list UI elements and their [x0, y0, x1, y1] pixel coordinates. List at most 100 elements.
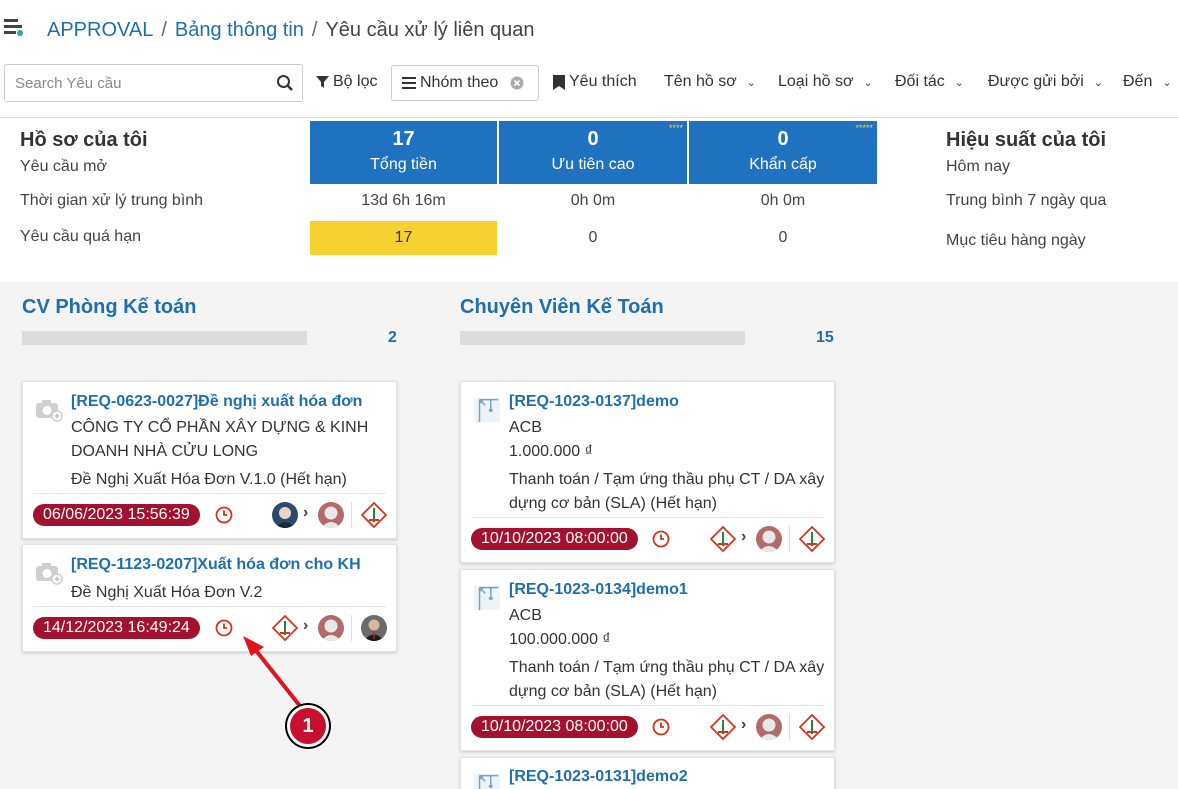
separator [789, 526, 790, 552]
card-title[interactable]: [REQ-1023-0137]demo [509, 393, 679, 411]
card-type: dựng cơ bản (SLA) (Hết hạn) [509, 683, 717, 700]
kanban-card[interactable]: [REQ-1023-0131]demo2 [460, 757, 835, 789]
overdue-total[interactable]: 17 [310, 221, 497, 255]
dropdown-to[interactable]: Đến ⌄ [1123, 73, 1172, 91]
overdue-high: 0 [588, 229, 598, 246]
card-title[interactable]: [REQ-0623-0027]Đề nghị xuất hóa đơn [71, 393, 362, 411]
card-title[interactable]: [REQ-1023-0131]demo2 [509, 768, 688, 786]
card-type: Thanh toán / Tạm ứng thầu phụ CT / DA xâ… [509, 471, 825, 488]
dropdown-label: Đối tác [895, 73, 945, 90]
crane-icon [473, 397, 501, 423]
dropdown-profile-type[interactable]: Loại hồ sơ ⌄ [778, 73, 873, 91]
crane-icon [473, 773, 501, 789]
card-partner: ACB [509, 419, 542, 436]
priority-stars: ***** [855, 123, 873, 133]
urgent-tile[interactable]: ***** 0 Khẩn cấp [689, 121, 877, 184]
high-priority-label: Ưu tiên cao [551, 156, 635, 173]
high-priority-tile[interactable]: **** 0 Ưu tiên cao [499, 121, 687, 184]
kanban-card[interactable]: [REQ-1023-0137]demo ACB 1.000.000 ₫ Than… [460, 381, 835, 563]
favorite-button[interactable]: Yêu thích [553, 73, 637, 91]
overdue-label: Yêu cầu quá hạn [20, 228, 141, 245]
list-icon [402, 77, 416, 89]
company-logo-icon [710, 714, 736, 740]
kanban-card[interactable]: [REQ-1123-0207]Xuất hóa đơn cho KH Đề Ng… [22, 544, 397, 652]
card-title[interactable]: [REQ-1023-0134]demo1 [509, 581, 688, 599]
dropdown-profile-name[interactable]: Tên hồ sơ ⌄ [664, 73, 756, 91]
column-count: 2 [388, 329, 397, 346]
avatar[interactable] [361, 615, 387, 641]
filter-icon [316, 75, 329, 88]
urgent-label: Khẩn cấp [749, 156, 817, 173]
avatar[interactable] [318, 502, 344, 528]
urgent-count: 0 [777, 128, 789, 150]
clock-icon[interactable] [215, 619, 233, 637]
chevron-down-icon: ⌄ [954, 76, 965, 89]
clock-icon[interactable] [215, 506, 233, 524]
breadcrumb: APPROVAL / Bảng thông tin / Yêu cầu xử l… [47, 19, 535, 42]
breadcrumb-separator: / [311, 19, 318, 41]
company-logo-icon [799, 714, 825, 740]
card-divider [471, 517, 824, 518]
avg-time-label: Thời gian xử lý trung bình [20, 192, 204, 209]
separator [351, 615, 352, 641]
separator [789, 714, 790, 740]
filter-button[interactable]: Bộ lọc [316, 73, 377, 91]
card-partner: DOANH NHÀ CỬU LONG [71, 443, 259, 460]
camera-icon [36, 400, 63, 422]
chevron-down-icon: ⌄ [863, 76, 873, 89]
column-progress-bar [22, 331, 307, 345]
clock-icon[interactable] [652, 718, 670, 736]
column-progress-bar [460, 331, 745, 345]
card-amount: 100.000.000 ₫ [509, 631, 611, 648]
clock-icon[interactable] [652, 530, 670, 548]
total-tile[interactable]: 17 Tổng tiền [310, 121, 497, 184]
deadline-badge: 10/10/2023 08:00:00 [471, 528, 638, 550]
card-type: Thanh toán / Tạm ứng thầu phụ CT / DA xâ… [509, 659, 825, 676]
search-box [4, 64, 303, 102]
favorite-label: Yêu thích [569, 73, 637, 90]
breadcrumb-separator: / [161, 19, 167, 41]
group-by-button[interactable]: Nhóm theo [391, 65, 539, 101]
camera-icon [36, 563, 63, 585]
chevron-down-icon: ⌄ [746, 76, 756, 89]
breadcrumb-dashboard[interactable]: Bảng thông tin [175, 19, 304, 42]
separator [351, 502, 352, 528]
overdue-urgent: 0 [778, 229, 788, 246]
dropdown-partner[interactable]: Đối tác ⌄ [895, 73, 964, 91]
card-title[interactable]: [REQ-1123-0207]Xuất hóa đơn cho KH [71, 556, 361, 574]
close-icon[interactable] [510, 76, 524, 90]
bookmark-icon [553, 74, 565, 90]
kanban-card[interactable]: [REQ-0623-0027]Đề nghị xuất hóa đơn CÔNG… [22, 381, 397, 539]
column-count: 15 [816, 329, 834, 346]
filter-label: Bộ lọc [333, 73, 378, 90]
column-title[interactable]: CV Phòng Kế toán [22, 296, 196, 319]
column-title[interactable]: Chuyên Viên Kế Toán [460, 296, 664, 319]
control-panel: APPROVAL / Bảng thông tin / Yêu cầu xử l… [0, 0, 1178, 118]
card-partner: ACB [509, 607, 542, 624]
avg-time-high: 0h 0m [570, 192, 616, 209]
kanban-card[interactable]: [REQ-1023-0134]demo1 ACB 100.000.000 ₫ T… [460, 569, 835, 751]
app-menu-icon[interactable] [4, 18, 24, 38]
card-type: dựng cơ bản (SLA) (Hết hạn) [509, 495, 717, 512]
avatar[interactable] [756, 714, 782, 740]
dropdown-sent-by[interactable]: Được gửi bởi ⌄ [988, 73, 1103, 91]
avg-time-total: 13d 6h 16m [361, 192, 446, 209]
dropdown-label: Loại hồ sơ [778, 73, 854, 90]
avatar[interactable] [318, 615, 344, 641]
daily-target-label: Mục tiêu hàng ngày [946, 232, 1086, 249]
crane-icon [473, 585, 501, 611]
group-by-label: Nhóm theo [420, 74, 499, 91]
my-records-title: Hồ sơ của tôi [20, 129, 148, 151]
breadcrumb-current: Yêu cầu xử lý liên quan [325, 19, 535, 41]
search-input[interactable] [5, 65, 265, 101]
search-icon[interactable] [276, 74, 294, 92]
avatar[interactable] [272, 502, 298, 528]
avatar[interactable] [756, 526, 782, 552]
card-type: Đề Nghị Xuất Hóa Đơn V.1.0 (Hết hạn) [71, 471, 347, 488]
avg-time-urgent: 0h 0m [760, 192, 806, 209]
avg7-label: Trung bình 7 ngày qua [946, 192, 1107, 209]
chevron-down-icon: ⌄ [1093, 76, 1103, 89]
breadcrumb-approval[interactable]: APPROVAL [47, 19, 153, 42]
today-label: Hôm nay [946, 158, 1011, 175]
chevron-right-icon: › [303, 617, 309, 634]
